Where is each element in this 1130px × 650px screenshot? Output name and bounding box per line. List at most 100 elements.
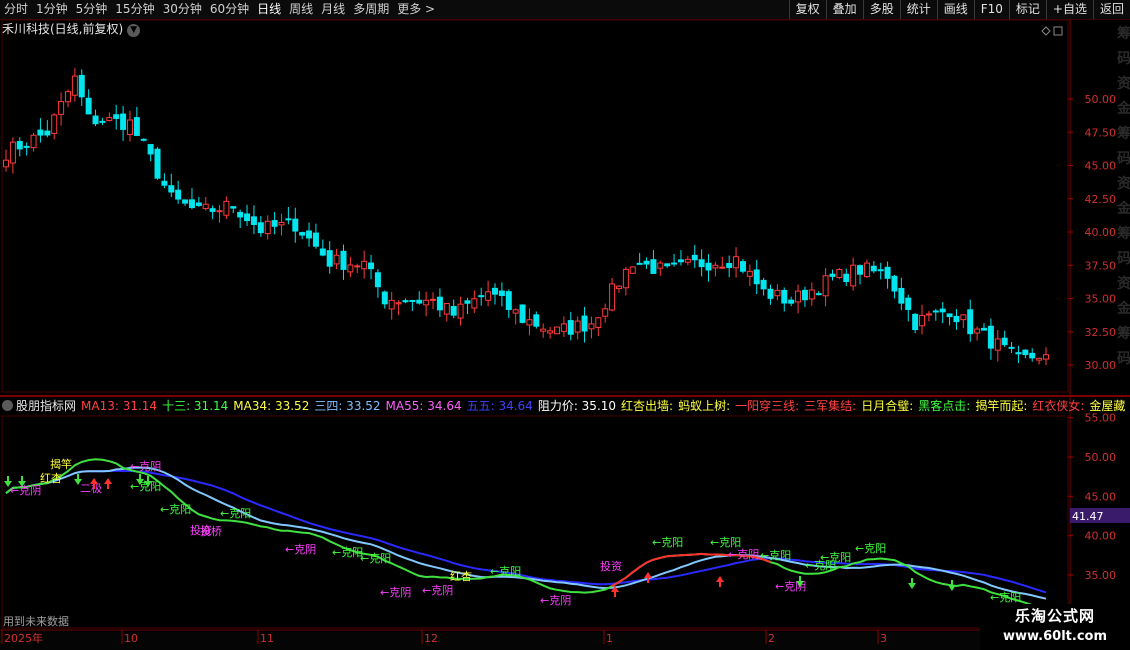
candle-body	[292, 218, 299, 232]
candle-body	[636, 262, 643, 265]
candle-body	[37, 129, 44, 136]
candle-body	[974, 328, 981, 334]
candle-body	[106, 117, 113, 122]
x-tick-label: 10	[124, 632, 138, 645]
side-strip-char: 资	[1117, 275, 1130, 292]
side-strip-char: 码	[1117, 351, 1130, 367]
indicator-value: 黑客点击:	[918, 399, 971, 413]
candle-body	[781, 289, 788, 304]
indicator-value: 红衣侠女:	[1032, 399, 1085, 413]
y-tick-label: 40.00	[1085, 226, 1117, 239]
indicator-value: MA34: 33.52	[233, 399, 310, 413]
candle-body	[368, 262, 375, 270]
candle-body	[967, 309, 974, 335]
candle-body	[58, 101, 65, 115]
y-tick-label: 47.50	[1085, 126, 1117, 139]
candle-body	[505, 291, 512, 310]
indicator-pane-frame	[1, 415, 1069, 629]
settings-circle-icon[interactable]	[2, 400, 13, 411]
candle-body	[1001, 337, 1008, 346]
candle-body	[609, 283, 616, 311]
candle-body	[953, 315, 960, 323]
ma13-line	[5, 458, 1047, 609]
candle-body	[436, 296, 443, 311]
candle-body	[23, 145, 30, 148]
candle-body	[657, 262, 664, 269]
diamond-icon[interactable]	[1041, 26, 1051, 36]
candle-body	[264, 220, 271, 235]
candle-body	[987, 325, 994, 349]
candle-body	[629, 266, 636, 274]
candle-body	[533, 314, 540, 327]
candle-body	[939, 308, 946, 313]
candle-body	[3, 159, 9, 168]
candle-body	[430, 298, 437, 301]
candle-body	[767, 288, 774, 299]
candle-body	[884, 266, 891, 279]
candle-body	[822, 275, 829, 297]
candle-body	[485, 291, 492, 301]
candle-body	[760, 279, 767, 290]
candle-body	[677, 259, 684, 263]
candle-body	[870, 265, 877, 272]
indicator-annotation: ←克阳	[990, 591, 1021, 604]
candle-body	[30, 134, 37, 149]
candle-body	[843, 273, 850, 283]
candle-body	[622, 268, 629, 289]
candle-body	[326, 250, 333, 267]
candle-body	[581, 315, 588, 332]
arrow-up-icon	[644, 572, 652, 583]
indicator-value: 三军集结:	[804, 399, 857, 413]
candle-body	[705, 262, 712, 271]
candle-body	[195, 202, 202, 206]
indicator-value: 蚂蚁上树:	[678, 399, 731, 413]
y-tick-label: 40.00	[1085, 530, 1117, 543]
indicator-annotation: ←克阳	[652, 536, 683, 549]
indicator-annotation: ←克阳	[855, 542, 886, 555]
candle-body	[361, 260, 368, 270]
side-strip-char: 筹	[1117, 125, 1130, 142]
candle-body	[230, 206, 237, 209]
side-strip-char: 筹	[1117, 225, 1130, 242]
pane-divider[interactable]	[0, 395, 1130, 397]
side-strip-char: 码	[1117, 151, 1130, 167]
candle-body	[133, 117, 140, 136]
candle-body	[588, 323, 595, 330]
indicator-annotation: 投桥	[200, 524, 222, 538]
candle-body	[64, 91, 71, 103]
watermark-title: 乐淘公式网	[1014, 607, 1095, 625]
chart-canvas[interactable]: 50.00 47.50 45.00 42.50 40.00 37.50 35.00 32.50…	[0, 0, 1130, 650]
candle-body	[788, 299, 795, 304]
square-icon[interactable]	[1053, 26, 1063, 36]
x-tick-label: 2025年	[4, 631, 43, 645]
indicator-annotation: ←克阴	[130, 460, 161, 473]
indicator-annotation: ←克阳	[160, 503, 191, 516]
candle-body	[912, 313, 919, 331]
x-tick-label: 11	[260, 632, 274, 645]
candle-body	[443, 303, 450, 315]
arrow-down-icon	[948, 580, 956, 591]
candle-body	[1022, 349, 1029, 356]
indicator-annotation: ←克阴	[540, 594, 571, 607]
indicator-annotation: ←克阴	[422, 584, 453, 597]
candle-body	[719, 266, 726, 269]
y-tick-label: 50.00	[1085, 93, 1117, 106]
candle-body	[471, 298, 478, 309]
indicator-name[interactable]: 股朋指标网	[16, 399, 76, 413]
candle-body	[182, 199, 189, 204]
side-strip-char: 码	[1117, 51, 1130, 67]
side-strip-char: 筹	[1117, 25, 1130, 42]
candle-body	[1015, 352, 1022, 355]
y-tick-label: 50.00	[1085, 451, 1117, 464]
indicator-annotation: ←克阳	[332, 546, 363, 559]
candle-body	[877, 269, 884, 272]
candle-body	[905, 297, 912, 310]
indicator-annotation: 红杏	[450, 570, 472, 583]
candle-body	[113, 114, 120, 119]
candle-body	[560, 323, 567, 332]
indicator-annotation: 红杏	[40, 472, 62, 485]
candle-body	[402, 300, 409, 303]
candle-body	[278, 221, 285, 226]
y-tick-label: 42.50	[1085, 193, 1117, 206]
candle-body	[994, 338, 1001, 351]
